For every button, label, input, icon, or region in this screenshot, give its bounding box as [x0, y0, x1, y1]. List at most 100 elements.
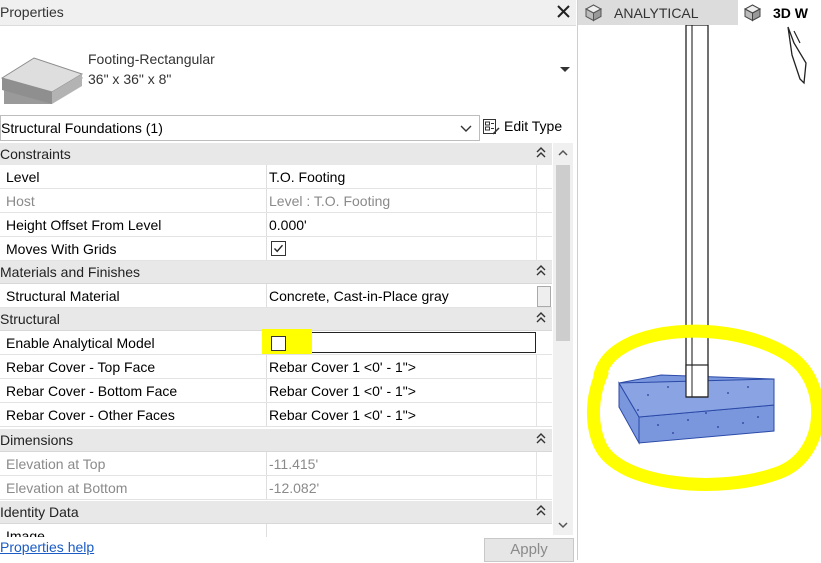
section-identity-data[interactable]: Identity Data: [0, 501, 552, 524]
selection-filter-label: Structural Foundations (1): [1, 120, 163, 136]
column-divider: [536, 452, 537, 475]
property-name: Elevation at Top: [6, 456, 106, 472]
apply-button[interactable]: Apply: [484, 538, 574, 562]
edit-type-button[interactable]: Edit Type: [480, 115, 572, 139]
yellow-highlight-mark: [262, 329, 312, 354]
edit-type-label: Edit Type: [504, 118, 563, 134]
property-name: Rebar Cover - Top Face: [6, 359, 156, 375]
section-dimensions[interactable]: Dimensions: [0, 429, 552, 452]
scroll-up-icon[interactable]: [556, 146, 570, 160]
3d-view-icon: [743, 3, 762, 22]
moves-with-grids-checkbox[interactable]: [271, 241, 286, 256]
column-divider: [266, 452, 267, 475]
column-divider: [266, 355, 267, 378]
column-divider: [266, 213, 267, 236]
collapse-icon[interactable]: [535, 432, 547, 446]
column-divider: [266, 403, 267, 426]
collapse-icon[interactable]: [535, 146, 547, 160]
row-elevation-top: Elevation at Top -11.415': [0, 452, 552, 476]
column-divider: [536, 237, 537, 260]
row-rebar-other[interactable]: Rebar Cover - Other Faces Rebar Cover 1 …: [0, 403, 552, 427]
view-panel: ANALYTICAL 3D W: [577, 0, 821, 560]
section-materials[interactable]: Materials and Finishes: [0, 261, 552, 284]
property-value[interactable]: Rebar Cover 1 <0' - 1">: [269, 407, 416, 423]
distant-element: [787, 26, 807, 85]
column-divider: [536, 355, 537, 378]
property-value: -12.082': [269, 480, 320, 496]
properties-title-bar: Properties: [0, 0, 576, 26]
properties-panel: Properties Footing-Rectangular 36" x 36"…: [0, 0, 576, 562]
type-selector[interactable]: [0, 26, 576, 112]
column-divider: [266, 189, 267, 212]
section-structural[interactable]: Structural: [0, 308, 552, 331]
property-name: Moves With Grids: [6, 241, 117, 257]
property-name: Enable Analytical Model: [6, 335, 155, 351]
section-label: Dimensions: [0, 432, 74, 448]
scroll-down-icon[interactable]: [556, 518, 570, 532]
column-divider: [266, 237, 267, 260]
properties-help-link[interactable]: Properties help: [0, 539, 94, 555]
type-name: Footing-Rectangular: [88, 51, 215, 67]
column: [685, 24, 709, 396]
row-height-offset[interactable]: Height Offset From Level 0.000': [0, 213, 552, 237]
property-name: Elevation at Bottom: [6, 480, 128, 496]
tab-analytical[interactable]: ANALYTICAL: [578, 0, 738, 25]
column-divider: [266, 476, 267, 499]
properties-grid: Constraints Level T.O. Footing Host Leve…: [0, 143, 552, 540]
column-divider: [266, 165, 267, 188]
property-name: Rebar Cover - Other Faces: [6, 407, 175, 423]
row-elevation-bottom: Elevation at Bottom -12.082': [0, 476, 552, 500]
chevron-down-icon: [459, 121, 473, 135]
column-divider: [536, 379, 537, 402]
property-value[interactable]: Concrete, Cast-in-Place gray: [269, 288, 449, 304]
property-value: -11.415': [269, 456, 319, 472]
browse-material-button[interactable]: [537, 286, 551, 307]
row-enable-analytical-model[interactable]: Enable Analytical Model: [0, 329, 552, 355]
section-constraints[interactable]: Constraints: [0, 143, 552, 166]
collapse-icon[interactable]: [535, 504, 547, 518]
row-structural-material[interactable]: Structural Material Concrete, Cast-in-Pl…: [0, 284, 552, 308]
column-divider: [536, 476, 537, 499]
collapse-icon[interactable]: [535, 311, 547, 325]
property-value[interactable]: T.O. Footing: [269, 169, 345, 185]
section-label: Constraints: [0, 146, 71, 162]
properties-title: Properties: [0, 4, 64, 20]
row-rebar-bottom[interactable]: Rebar Cover - Bottom Face Rebar Cover 1 …: [0, 379, 552, 403]
3d-viewport[interactable]: [578, 24, 821, 560]
property-name: Level: [6, 169, 40, 185]
row-moves-with-grids[interactable]: Moves With Grids: [0, 237, 552, 261]
collapse-icon[interactable]: [535, 264, 547, 278]
column-divider: [536, 403, 537, 426]
tab-3d-view[interactable]: 3D W: [739, 0, 821, 25]
row-rebar-top[interactable]: Rebar Cover - Top Face Rebar Cover 1 <0'…: [0, 355, 552, 379]
enable-analytical-model-checkbox[interactable]: [271, 336, 286, 351]
property-value[interactable]: Rebar Cover 1 <0' - 1">: [269, 383, 416, 399]
property-value[interactable]: 0.000': [269, 217, 307, 233]
section-label: Identity Data: [0, 504, 79, 520]
section-label: Structural: [0, 311, 60, 327]
close-icon[interactable]: [553, 0, 575, 24]
column-divider: [266, 284, 267, 307]
3d-view-icon: [584, 3, 603, 22]
property-name: Host: [6, 193, 35, 209]
scrollbar-thumb[interactable]: [556, 165, 570, 341]
type-dropdown-icon[interactable]: [558, 62, 572, 76]
column-divider: [536, 213, 537, 236]
edit-type-icon: [482, 118, 500, 136]
section-label: Materials and Finishes: [0, 264, 141, 280]
property-value: Level : T.O. Footing: [269, 193, 391, 209]
column-divider: [536, 165, 537, 188]
property-name: Height Offset From Level: [6, 217, 162, 233]
property-name: Rebar Cover - Bottom Face: [6, 383, 178, 399]
property-value[interactable]: Rebar Cover 1 <0' - 1">: [269, 359, 416, 375]
type-size: 36" x 36" x 8": [88, 71, 172, 87]
column-divider: [536, 189, 537, 212]
selected-footing[interactable]: [618, 364, 775, 445]
tab-label: 3D W: [773, 5, 808, 21]
row-level[interactable]: Level T.O. Footing: [0, 165, 552, 189]
properties-scrollbar[interactable]: [553, 143, 573, 535]
column-divider: [266, 379, 267, 402]
footing-thumbnail-icon: [0, 28, 84, 122]
row-host: Host Level : T.O. Footing: [0, 189, 552, 213]
selection-filter-dropdown[interactable]: Structural Foundations (1): [0, 115, 480, 141]
